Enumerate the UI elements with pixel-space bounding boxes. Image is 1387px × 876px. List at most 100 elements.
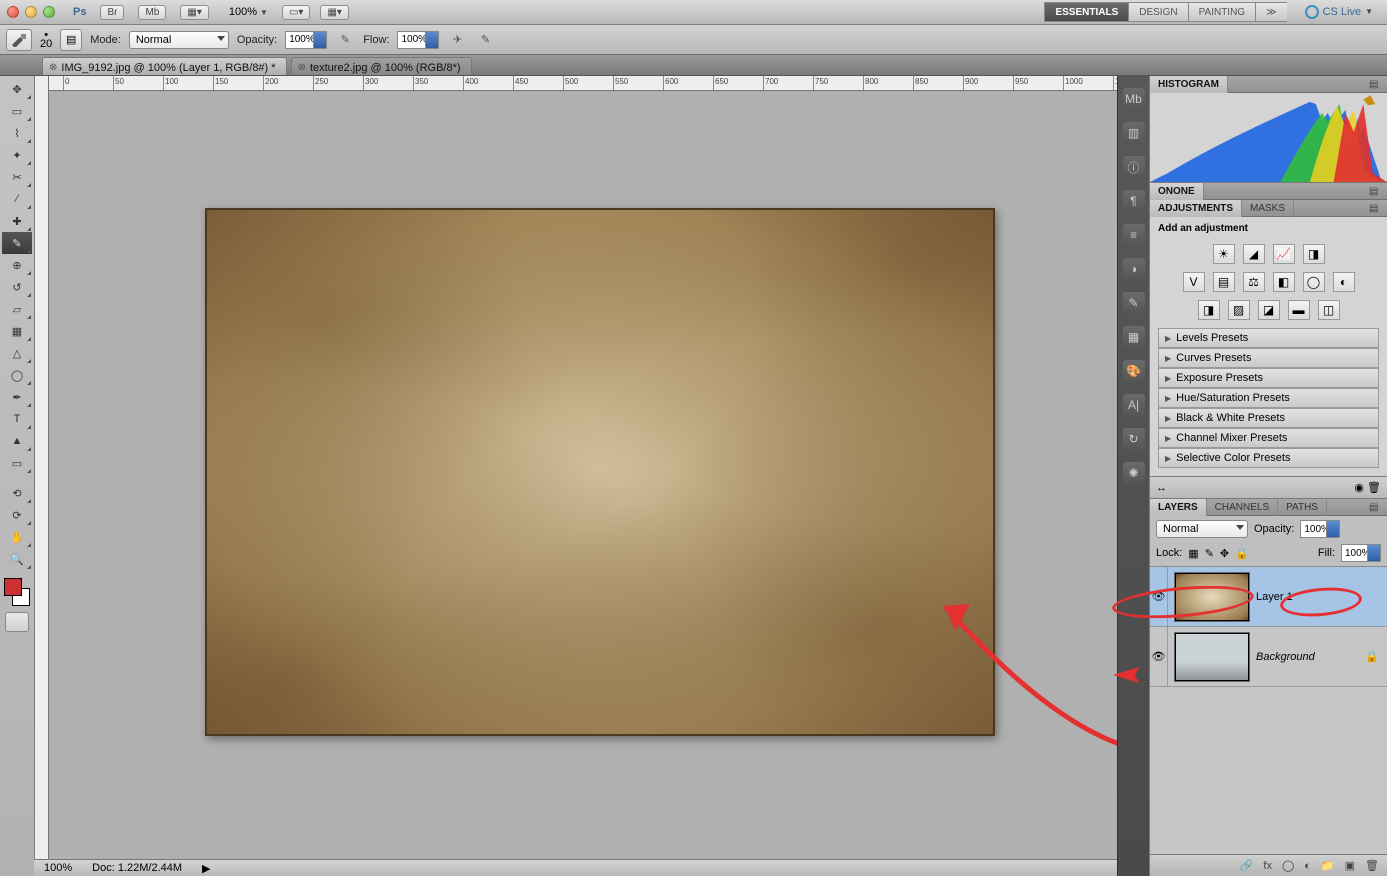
brush-panel-toggle[interactable]: ▤	[60, 29, 82, 51]
color-chips[interactable]	[2, 576, 32, 606]
layer-name-label[interactable]: Background	[1256, 651, 1359, 663]
adjustment-preset[interactable]: ▶Black & White Presets	[1158, 408, 1379, 428]
zoom-level-display[interactable]: 100% ▼	[229, 6, 268, 18]
opacity-input[interactable]: 100%	[285, 31, 327, 49]
link-layers-icon[interactable]: 🔗	[1240, 859, 1254, 872]
layer-thumbnail[interactable]	[1174, 632, 1250, 682]
new-layer-icon[interactable]: ▣	[1345, 859, 1355, 872]
panel-menu-icon[interactable]: ▤	[1369, 79, 1383, 90]
onone-tab[interactable]: ONONE	[1150, 183, 1204, 200]
pen-tool[interactable]: ✒	[2, 386, 32, 408]
wheel-dock-icon[interactable]: ✺	[1123, 462, 1145, 484]
workspace-painting[interactable]: PAINTING	[1188, 2, 1255, 22]
bridge-button[interactable]: Br	[100, 5, 124, 20]
adjustment-preset[interactable]: ▶Selective Color Presets	[1158, 448, 1379, 468]
minibridge-dock-icon[interactable]: Mb	[1123, 88, 1145, 110]
exposure-adj-icon[interactable]: ◨	[1303, 244, 1325, 264]
minibridge-button[interactable]: Mb	[138, 5, 166, 20]
swatches-dock-icon[interactable]: ▥	[1123, 122, 1145, 144]
layers-tab[interactable]: LAYERS	[1150, 499, 1207, 516]
masks-tab[interactable]: MASKS	[1242, 200, 1294, 217]
lock-pixels-icon[interactable]: ✎	[1205, 547, 1214, 560]
brush-tool[interactable]: ✎	[2, 232, 32, 254]
close-window-button[interactable]	[7, 6, 19, 18]
gradient-tool[interactable]: ▦	[2, 320, 32, 342]
tablet-pressure-icon[interactable]: ✎	[475, 31, 495, 49]
brush-dock-icon[interactable]: ✎	[1123, 292, 1145, 314]
brush-preset-picker[interactable]: •20	[40, 31, 52, 49]
healing-tool[interactable]: ✚	[2, 210, 32, 232]
quick-mask-toggle[interactable]	[5, 612, 29, 632]
zoom-tool[interactable]: 🔍	[2, 548, 32, 570]
arrange-docs-button[interactable]: ▦▾	[320, 5, 348, 20]
layer-mask-icon[interactable]: ◯	[1282, 859, 1294, 872]
histogram-tab[interactable]: HISTOGRAM	[1150, 76, 1228, 93]
minimize-window-button[interactable]	[25, 6, 37, 18]
workspace-more[interactable]: ≫	[1255, 2, 1286, 22]
path-select-tool[interactable]: ▲	[2, 430, 32, 452]
stamp-tool[interactable]: ⊕	[2, 254, 32, 276]
paths-tab[interactable]: PATHS	[1278, 499, 1327, 516]
adjustment-preset[interactable]: ▶Channel Mixer Presets	[1158, 428, 1379, 448]
brightness-adj-icon[interactable]: ☀	[1213, 244, 1235, 264]
current-tool-preset[interactable]	[6, 29, 32, 51]
history-dock-icon[interactable]: ↻	[1123, 428, 1145, 450]
layer-opacity-input[interactable]: 100%	[1300, 520, 1340, 538]
posterize-adj-icon[interactable]: ▨	[1228, 300, 1250, 320]
close-tab-icon[interactable]: ⊗	[298, 62, 306, 73]
move-tool[interactable]: ✥	[2, 78, 32, 100]
horizontal-ruler[interactable]: 0501001502002503003504004505005506006507…	[49, 76, 1117, 91]
document-canvas[interactable]	[205, 208, 995, 736]
adjustment-layer-icon[interactable]: ◐	[1304, 860, 1311, 872]
curves-adj-icon[interactable]: 📈	[1273, 244, 1295, 264]
quick-select-tool[interactable]: ✦	[2, 144, 32, 166]
history-brush-tool[interactable]: ↺	[2, 276, 32, 298]
close-tab-icon[interactable]: ⊗	[49, 62, 57, 73]
delete-layer-icon[interactable]: 🗑	[1365, 859, 1379, 872]
levels-adj-icon[interactable]: ◢	[1243, 244, 1265, 264]
adjust-clip-icon[interactable]: ◉ 🗑	[1354, 481, 1381, 494]
navigator-dock-icon[interactable]: ▦	[1123, 326, 1145, 348]
eraser-tool[interactable]: ▱	[2, 298, 32, 320]
blend-mode-select[interactable]: Normal	[129, 31, 229, 49]
threshold-adj-icon[interactable]: ◪	[1258, 300, 1280, 320]
document-tab[interactable]: ⊗ texture2.jpg @ 100% (RGB/8*)	[291, 57, 472, 75]
eyedropper-tool[interactable]: ⁄	[2, 188, 32, 210]
blur-tool[interactable]: △	[2, 342, 32, 364]
vertical-ruler[interactable]	[35, 76, 49, 876]
info-dock-icon[interactable]: ⓘ	[1123, 156, 1145, 178]
adjustment-preset[interactable]: ▶Levels Presets	[1158, 328, 1379, 348]
dodge-tool[interactable]: ◯	[2, 364, 32, 386]
opacity-pressure-icon[interactable]: ✎	[335, 31, 355, 49]
photo-filter-adj-icon[interactable]: ◯	[1303, 272, 1325, 292]
lock-all-icon[interactable]: 🔒	[1235, 547, 1249, 560]
balance-adj-icon[interactable]: ⚖	[1243, 272, 1265, 292]
layer-visibility-toggle[interactable]: 👁	[1150, 627, 1168, 686]
character-dock-icon[interactable]: A|	[1123, 394, 1145, 416]
channels-tab[interactable]: CHANNELS	[1207, 499, 1278, 516]
workspace-design[interactable]: DESIGN	[1128, 2, 1187, 22]
lock-position-icon[interactable]: ✥	[1220, 547, 1229, 560]
layer-fill-input[interactable]: 100%	[1341, 544, 1381, 562]
styles-dock-icon[interactable]: ≡	[1123, 224, 1145, 246]
status-zoom[interactable]: 100%	[44, 862, 72, 874]
lock-transparency-icon[interactable]: ▦	[1188, 547, 1198, 560]
panel-menu-icon[interactable]: ▤	[1369, 186, 1383, 197]
layer-blend-mode-select[interactable]: Normal	[1156, 520, 1248, 538]
paragraph-dock-icon[interactable]: ¶	[1123, 190, 1145, 212]
layer-row[interactable]: 👁 Background 🔒	[1150, 627, 1387, 687]
adjustment-preset[interactable]: ▶Curves Presets	[1158, 348, 1379, 368]
3d-rotate-tool[interactable]: ⟲	[2, 482, 32, 504]
flow-input[interactable]: 100%	[397, 31, 439, 49]
3d-camera-tool[interactable]: ⟳	[2, 504, 32, 526]
gradient-map-adj-icon[interactable]: ▬	[1288, 300, 1310, 320]
screen-mode-button[interactable]: ▭▾	[282, 5, 310, 20]
airbrush-icon[interactable]: ✈	[447, 31, 467, 49]
invert-adj-icon[interactable]: ◨	[1198, 300, 1220, 320]
workspace-essentials[interactable]: ESSENTIALS	[1044, 2, 1128, 22]
shape-tool[interactable]: ▭	[2, 452, 32, 474]
marquee-tool[interactable]: ▭	[2, 100, 32, 122]
swatches2-dock-icon[interactable]: 🎨	[1123, 360, 1145, 382]
vibrance-adj-icon[interactable]: V	[1183, 272, 1205, 292]
hue-adj-icon[interactable]: ▤	[1213, 272, 1235, 292]
